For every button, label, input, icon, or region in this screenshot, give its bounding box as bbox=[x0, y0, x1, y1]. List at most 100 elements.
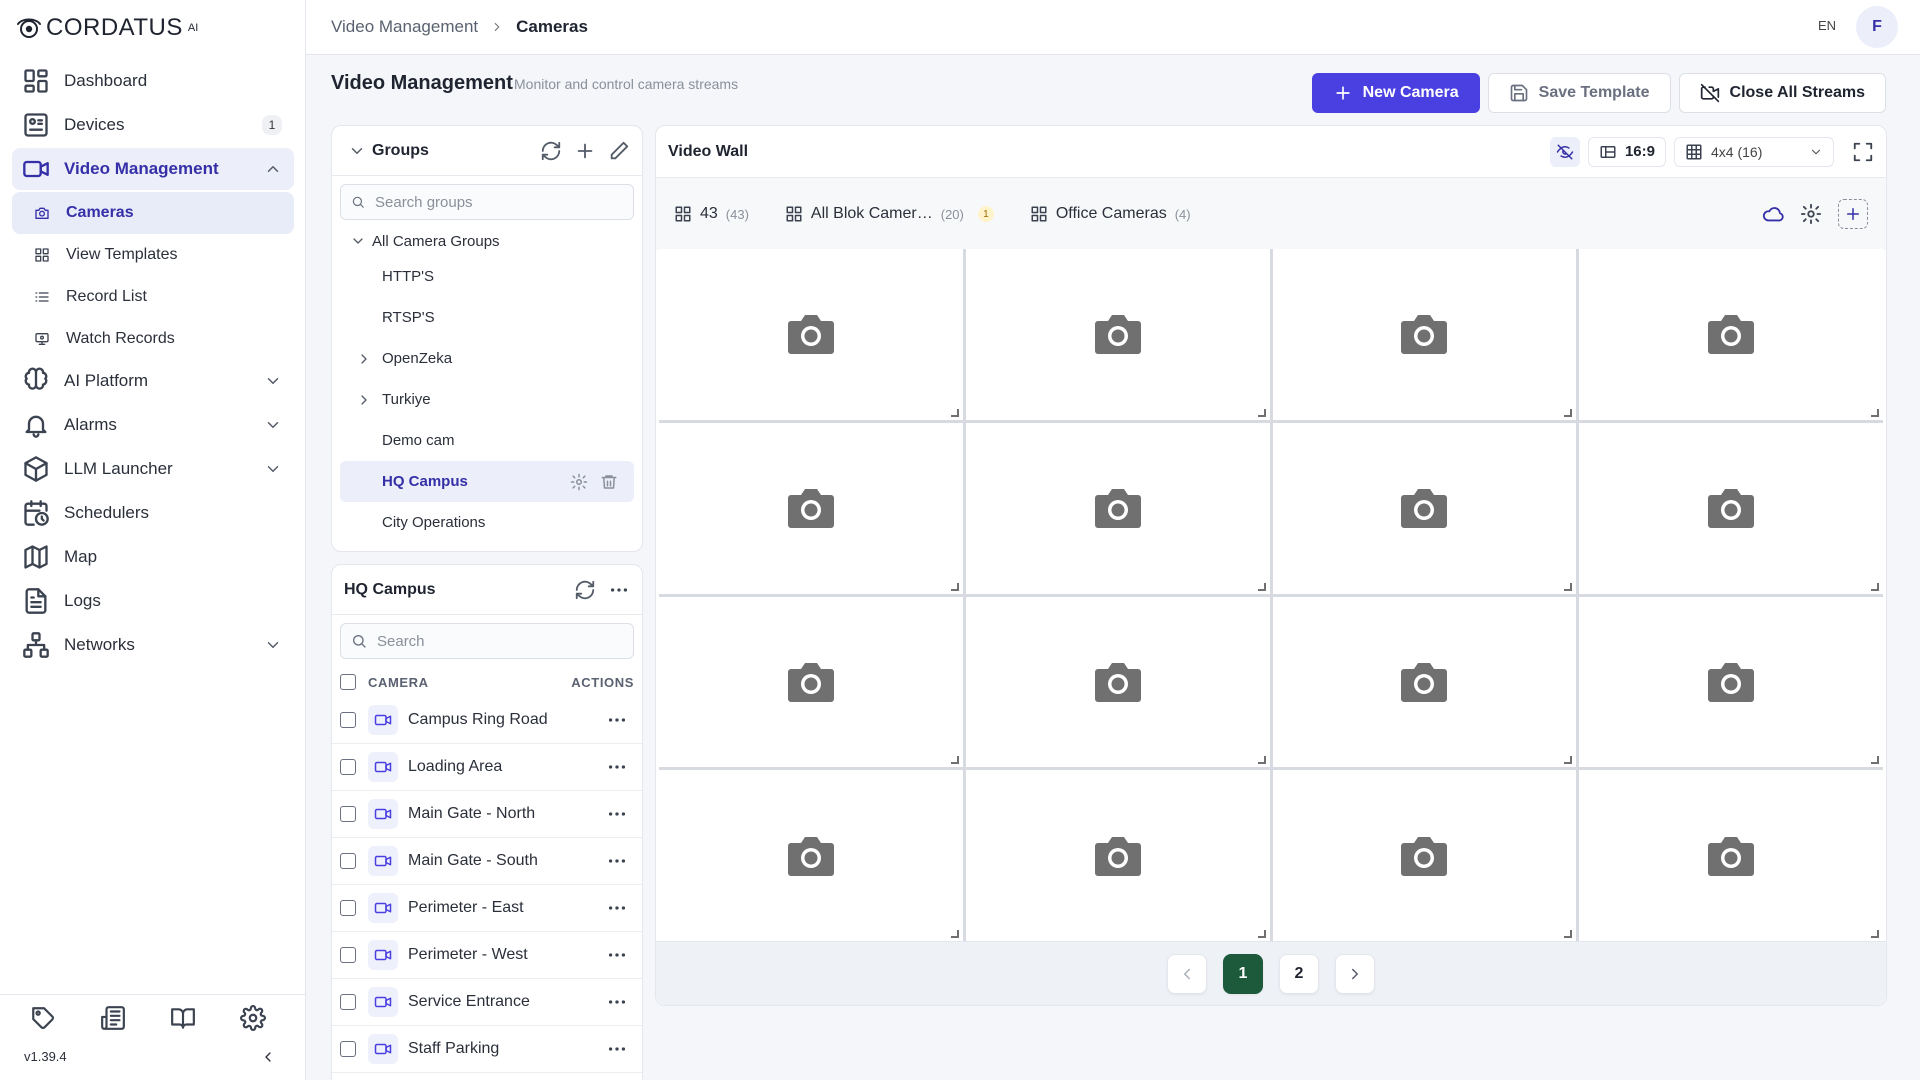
aspect-ratio-button[interactable]: 16:9 bbox=[1587, 136, 1666, 167]
camera-row[interactable]: Loading Area bbox=[332, 744, 642, 791]
brand-logo[interactable]: CORDATUS AI bbox=[16, 12, 198, 44]
tab-all-blok-cameras[interactable]: All Blok Camer… (20) 1 bbox=[785, 205, 994, 223]
group-item-selected[interactable]: HQ Campus bbox=[340, 461, 634, 502]
camera-row[interactable]: Campus Ring Road bbox=[332, 697, 642, 744]
camera-row[interactable]: Perimeter - West bbox=[332, 932, 642, 979]
camera-row[interactable]: Service Entrance bbox=[332, 979, 642, 1026]
resize-handle[interactable] bbox=[1564, 408, 1573, 417]
nav-map[interactable]: Map bbox=[12, 536, 294, 578]
nav-ai-platform[interactable]: AI Platform bbox=[12, 360, 294, 402]
search-groups-input[interactable] bbox=[375, 193, 623, 211]
cloud-icon[interactable] bbox=[1762, 203, 1784, 225]
nav-networks[interactable]: Networks bbox=[12, 624, 294, 666]
resize-handle[interactable] bbox=[1871, 756, 1879, 765]
resize-handle[interactable] bbox=[950, 930, 959, 938]
nav-logs[interactable]: Logs bbox=[12, 580, 294, 622]
more-horizontal-icon[interactable] bbox=[606, 944, 628, 966]
language-switcher[interactable]: EN bbox=[1818, 18, 1836, 33]
video-tile[interactable] bbox=[1272, 422, 1577, 594]
gear-icon[interactable] bbox=[1800, 203, 1822, 225]
nav-devices[interactable]: Devices 1 bbox=[12, 104, 294, 146]
group-item[interactable]: Demo cam bbox=[340, 420, 634, 461]
resize-handle[interactable] bbox=[1257, 930, 1266, 938]
video-tile[interactable] bbox=[1579, 422, 1883, 594]
row-checkbox[interactable] bbox=[340, 900, 356, 916]
video-tile[interactable] bbox=[1272, 596, 1577, 768]
tab-office-cameras[interactable]: Office Cameras (4) bbox=[1030, 205, 1191, 223]
next-page-button[interactable] bbox=[1335, 953, 1375, 994]
video-tile[interactable] bbox=[659, 596, 963, 768]
newspaper-icon[interactable] bbox=[100, 1005, 126, 1031]
tag-icon[interactable] bbox=[30, 1005, 56, 1031]
resize-handle[interactable] bbox=[1564, 756, 1573, 765]
nav-cameras[interactable]: Cameras bbox=[12, 192, 294, 234]
video-tile[interactable] bbox=[1272, 249, 1577, 420]
video-tile[interactable] bbox=[659, 770, 963, 941]
user-avatar[interactable]: F bbox=[1856, 6, 1898, 48]
refresh-icon[interactable] bbox=[574, 579, 596, 601]
nav-video-management[interactable]: Video Management bbox=[12, 148, 294, 190]
group-item[interactable]: Turkiye bbox=[340, 379, 634, 420]
layout-select[interactable]: 4x4 (16) bbox=[1674, 136, 1834, 167]
video-tile[interactable] bbox=[1579, 596, 1883, 768]
tree-root-all-groups[interactable]: All Camera Groups bbox=[340, 226, 634, 256]
resize-handle[interactable] bbox=[950, 582, 959, 591]
nav-watch-records[interactable]: Watch Records bbox=[12, 318, 294, 360]
add-view-button[interactable] bbox=[1838, 199, 1868, 229]
row-checkbox[interactable] bbox=[340, 712, 356, 728]
trash-icon[interactable] bbox=[600, 473, 618, 491]
group-item[interactable]: City Operations bbox=[340, 502, 634, 543]
nav-record-list[interactable]: Record List bbox=[12, 276, 294, 318]
video-tile[interactable] bbox=[659, 249, 963, 420]
more-horizontal-icon[interactable] bbox=[606, 756, 628, 778]
page-1-button[interactable]: 1 bbox=[1223, 953, 1263, 994]
group-item[interactable]: RTSP'S bbox=[340, 297, 634, 338]
resize-handle[interactable] bbox=[1257, 756, 1266, 765]
more-horizontal-icon[interactable] bbox=[606, 1038, 628, 1060]
select-all-checkbox[interactable] bbox=[340, 674, 356, 690]
search-cameras-input[interactable] bbox=[377, 632, 623, 650]
row-checkbox[interactable] bbox=[340, 994, 356, 1010]
camera-row[interactable]: Main Gate - South bbox=[332, 838, 642, 885]
row-checkbox[interactable] bbox=[340, 759, 356, 775]
prev-page-button[interactable] bbox=[1167, 953, 1207, 994]
more-horizontal-icon[interactable] bbox=[606, 897, 628, 919]
more-horizontal-icon[interactable] bbox=[606, 850, 628, 872]
tab-43[interactable]: 43 (43) bbox=[674, 205, 749, 223]
breadcrumb-video-management[interactable]: Video Management bbox=[331, 17, 478, 37]
resize-handle[interactable] bbox=[1564, 582, 1573, 591]
video-tile[interactable] bbox=[1579, 249, 1883, 420]
camera-row[interactable]: Staff Parking bbox=[332, 1026, 642, 1073]
hide-overlay-toggle[interactable] bbox=[1549, 136, 1580, 167]
group-item[interactable]: OpenZeka bbox=[340, 338, 634, 379]
fullscreen-icon[interactable] bbox=[1852, 141, 1874, 163]
page-2-button[interactable]: 2 bbox=[1279, 953, 1319, 994]
video-tile[interactable] bbox=[965, 422, 1270, 594]
chevron-right-icon[interactable] bbox=[356, 392, 372, 408]
resize-handle[interactable] bbox=[1871, 408, 1879, 417]
video-tile[interactable] bbox=[965, 596, 1270, 768]
pencil-icon[interactable] bbox=[608, 140, 630, 162]
nav-schedulers[interactable]: Schedulers bbox=[12, 492, 294, 534]
resize-handle[interactable] bbox=[950, 756, 959, 765]
chevron-right-icon[interactable] bbox=[356, 351, 372, 367]
nav-dashboard[interactable]: Dashboard bbox=[12, 60, 294, 102]
resize-handle[interactable] bbox=[1257, 582, 1266, 591]
more-horizontal-icon[interactable] bbox=[608, 579, 630, 601]
row-checkbox[interactable] bbox=[340, 806, 356, 822]
nav-llm-launcher[interactable]: LLM Launcher bbox=[12, 448, 294, 490]
group-settings-icon[interactable] bbox=[570, 473, 588, 491]
video-tile[interactable] bbox=[659, 422, 963, 594]
video-tile[interactable] bbox=[1272, 770, 1577, 941]
resize-handle[interactable] bbox=[1871, 582, 1879, 591]
save-template-button[interactable]: Save Template bbox=[1487, 73, 1671, 113]
resize-handle[interactable] bbox=[1564, 930, 1573, 938]
resize-handle[interactable] bbox=[1871, 930, 1879, 938]
row-checkbox[interactable] bbox=[340, 853, 356, 869]
collapse-sidebar-icon[interactable] bbox=[260, 1049, 276, 1065]
video-tile[interactable] bbox=[1579, 770, 1883, 941]
book-icon[interactable] bbox=[170, 1005, 196, 1031]
more-horizontal-icon[interactable] bbox=[606, 803, 628, 825]
camera-row[interactable]: Perimeter - East bbox=[332, 885, 642, 932]
nav-alarms[interactable]: Alarms bbox=[12, 404, 294, 446]
